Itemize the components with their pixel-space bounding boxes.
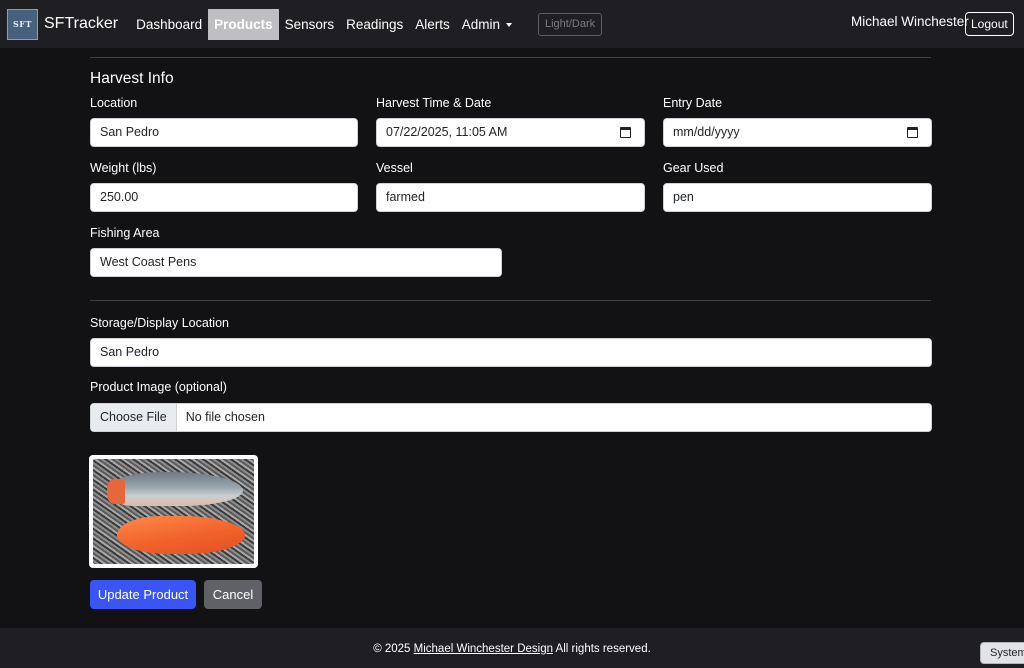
weight-input[interactable]: 250.00	[90, 183, 358, 212]
location-label: Location	[90, 96, 138, 110]
nav-links: Dashboard Products Sensors Readings Aler…	[130, 8, 603, 40]
harvest-time-value: 07/22/2025, 11:05 AM	[386, 125, 508, 139]
fillet-edge	[107, 479, 125, 504]
vessel-input[interactable]: farmed	[376, 183, 645, 212]
harvest-time-input[interactable]: 07/22/2025, 11:05 AM	[376, 118, 645, 147]
cancel-button[interactable]: Cancel	[204, 580, 262, 609]
gear-label: Gear Used	[663, 161, 724, 175]
entry-date-placeholder: mm/dd/yyyy	[673, 125, 740, 139]
navbar: SFT SFTracker Dashboard Products Sensors…	[0, 0, 1024, 48]
admin-label: Admin	[461, 16, 500, 32]
divider	[90, 57, 931, 58]
vessel-label: Vessel	[376, 161, 413, 175]
footer-copyright: © 2025	[373, 643, 414, 655]
system-theme-button[interactable]: System	[980, 642, 1024, 664]
logout-button[interactable]: Logout	[965, 12, 1014, 36]
fillet-flesh-side	[117, 516, 245, 554]
fillet-skin-side	[107, 472, 243, 506]
theme-toggle-button[interactable]: Light/Dark	[538, 12, 603, 36]
gear-input[interactable]: pen	[663, 183, 932, 212]
footer: © 2025 Michael Winchester Design All rig…	[0, 628, 1024, 668]
nav-link-dashboard[interactable]: Dashboard	[130, 9, 208, 40]
nav-link-readings[interactable]: Readings	[340, 9, 409, 40]
calendar-icon[interactable]	[620, 127, 631, 138]
salmon-fillet-photo	[93, 459, 254, 564]
footer-rights: All rights reserved.	[553, 643, 651, 655]
nav-link-admin[interactable]: Admin	[456, 9, 518, 40]
product-image-input[interactable]: Choose File No file chosen	[90, 403, 932, 432]
calendar-icon[interactable]	[907, 127, 918, 138]
entry-date-label: Entry Date	[663, 96, 723, 110]
entry-date-input[interactable]: mm/dd/yyyy	[663, 118, 932, 147]
product-image-preview	[89, 455, 258, 568]
weight-label: Weight (lbs)	[90, 161, 157, 175]
update-product-button[interactable]: Update Product	[90, 580, 196, 609]
choose-file-button[interactable]: Choose File	[91, 404, 177, 431]
brand[interactable]: SFT SFTracker	[7, 8, 118, 40]
location-input[interactable]: San Pedro	[90, 118, 358, 147]
storage-input[interactable]: San Pedro	[90, 338, 932, 367]
nav-link-alerts[interactable]: Alerts	[409, 9, 456, 40]
fishing-area-input[interactable]: West Coast Pens	[90, 248, 502, 277]
section-title-harvest: Harvest Info	[90, 70, 174, 87]
divider	[90, 300, 931, 301]
nav-link-sensors[interactable]: Sensors	[279, 9, 341, 40]
nav-link-products[interactable]: Products	[208, 8, 279, 40]
storage-label: Storage/Display Location	[90, 316, 229, 330]
harvest-time-label: Harvest Time & Date	[376, 96, 492, 110]
caret-down-icon	[506, 22, 512, 27]
fishing-area-label: Fishing Area	[90, 226, 160, 240]
sft-logo-icon: SFT	[7, 8, 38, 40]
user-name: Michael Winchester	[851, 14, 969, 29]
product-image-label: Product Image (optional)	[90, 380, 227, 394]
file-status: No file chosen	[185, 410, 265, 424]
footer-link[interactable]: Michael Winchester Design	[414, 643, 553, 655]
brand-name[interactable]: SFTracker	[44, 15, 118, 33]
